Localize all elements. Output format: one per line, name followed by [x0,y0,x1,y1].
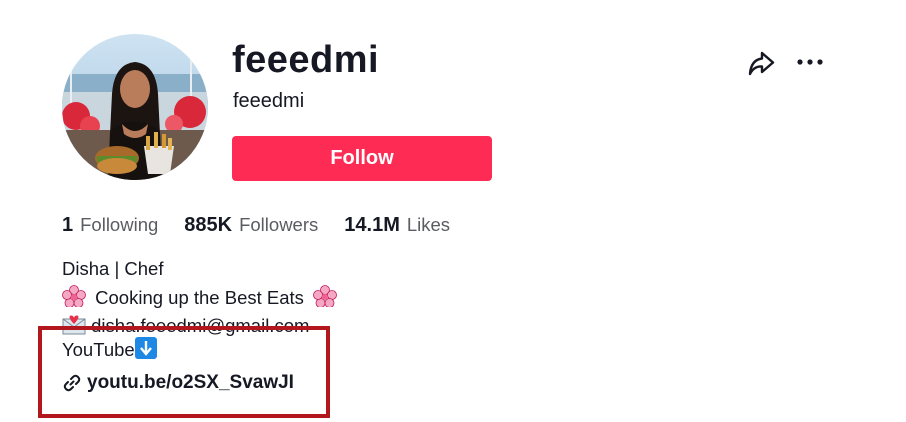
profile-stats: 1 Following 885K Followers 14.1M Likes [62,214,476,237]
stat-followers[interactable]: 885K Followers [184,214,318,237]
cherry-blossom-icon [62,284,86,307]
stat-likes[interactable]: 14.1M Likes [344,214,450,237]
likes-label: Likes [406,214,451,235]
more-dots-icon[interactable] [796,52,828,72]
avatar-photo [62,34,208,180]
share-arrow-icon[interactable] [746,48,776,78]
profile-nickname: feeedmi [233,90,305,112]
profile-page: feeedmi feeedmi Follow 1 Following 885K … [0,0,906,422]
avatar[interactable] [62,34,208,180]
likes-count: 14.1M [344,214,400,236]
cherry-blossom-icon [313,284,337,307]
bio-tagline-text: Cooking up the Best Eats [95,286,304,308]
following-count: 1 [62,214,74,236]
bio-line-name: Disha | Chef [62,258,164,279]
bio-line-tagline: Cooking up the Best Eats [62,284,337,313]
followers-label: Followers [239,214,319,235]
highlight-annotation-box [38,326,330,418]
stat-following[interactable]: 1 Following [62,214,158,237]
following-label: Following [80,214,159,235]
followers-count: 885K [184,214,233,236]
profile-username: feeedmi [232,39,380,81]
follow-button[interactable]: Follow [232,136,492,181]
